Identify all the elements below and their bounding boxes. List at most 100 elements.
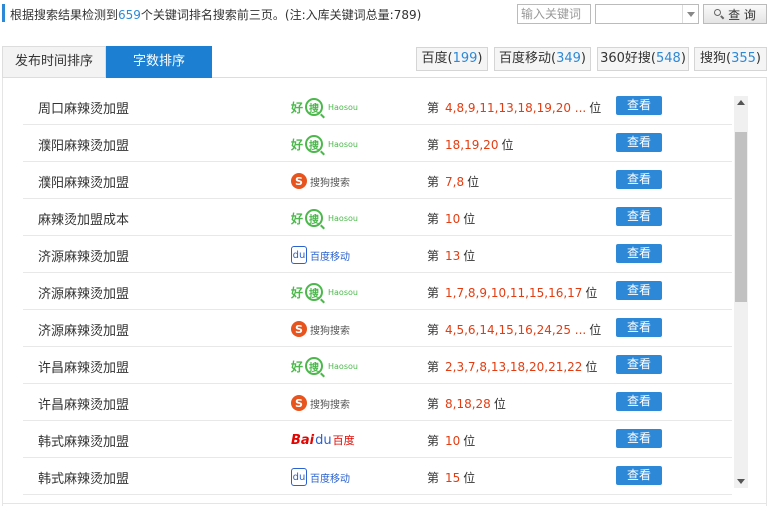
haosou-logo-icon: 好 搜 Haosou — [291, 355, 358, 377]
rank-prefix: 第 — [427, 175, 440, 189]
keyword-text: 济源麻辣烫加盟 — [38, 324, 130, 339]
keyword-text: 济源麻辣烫加盟 — [38, 287, 130, 302]
search-icon — [714, 9, 724, 19]
logo-text: S — [291, 173, 307, 189]
logo-text: 好 — [291, 137, 304, 152]
scrollbar[interactable] — [734, 96, 748, 488]
query-button-label: 查 询 — [728, 7, 756, 22]
haosou-logo-icon: 好 搜 Haosou — [291, 133, 358, 155]
logo-text: S — [291, 395, 307, 411]
rank-prefix: 第 — [427, 286, 440, 300]
view-button[interactable]: 查看 — [616, 244, 662, 263]
tabs-row: 发布时间排序 字数排序 百度(199) 百度移动(349) 360好搜(548)… — [2, 46, 767, 78]
logo-text: Haosou — [328, 361, 358, 371]
logo-text: Haosou — [328, 102, 358, 112]
haosou-logo-icon: 好 搜 Haosou — [291, 96, 358, 118]
query-button[interactable]: 查 询 — [703, 4, 767, 24]
tab-engine-baidu[interactable]: 百度(199) — [416, 47, 488, 71]
chevron-down-icon[interactable] — [682, 5, 698, 23]
keyword-text: 麻辣烫加盟成本 — [38, 213, 130, 228]
logo-text: 好 — [291, 359, 304, 374]
keyword-text: 韩式麻辣烫加盟 — [38, 435, 130, 450]
tab-engine-haosou[interactable]: 360好搜(548) — [597, 47, 689, 71]
title-marker — [2, 4, 5, 22]
view-button[interactable]: 查看 — [616, 318, 662, 337]
keyword-text: 许昌麻辣烫加盟 — [38, 361, 130, 376]
scroll-up-arrow-icon[interactable] — [734, 96, 748, 110]
result-row: 麻辣烫加盟成本 好 搜 Haosou 第 10 位 查看 — [23, 199, 732, 236]
result-row: 济源麻辣烫加盟 du 百度移动 第 13 位 查看 — [23, 236, 732, 273]
tab-sort-by-time[interactable]: 发布时间排序 — [2, 46, 106, 78]
tab-sort-by-length[interactable]: 字数排序 — [106, 46, 212, 78]
scroll-thumb[interactable] — [735, 132, 747, 302]
logo-text: Haosou — [328, 287, 358, 297]
engine-tab-count: 349 — [556, 51, 581, 66]
logo-text: 搜 — [305, 357, 324, 375]
rank-text: 第 4,8,9,11,13,18,19,20 ... 位 — [427, 99, 601, 116]
rank-text: 第 4,5,6,14,15,16,24,25 ... 位 — [427, 321, 601, 338]
logo-text: 好 — [291, 211, 304, 226]
result-row: 韩式麻辣烫加盟 Bai du 百度 第 10 位 查看 — [23, 421, 732, 458]
view-button[interactable]: 查看 — [616, 207, 662, 226]
view-button[interactable]: 查看 — [616, 466, 662, 485]
result-row: 濮阳麻辣烫加盟 好 搜 Haosou 第 18,19,20 位 查看 — [23, 125, 732, 162]
logo-text: 百度移动 — [310, 251, 350, 263]
scroll-down-arrow-icon[interactable] — [734, 474, 748, 488]
engine-tab-label: 百度移动 — [499, 51, 552, 66]
view-button[interactable]: 查看 — [616, 96, 662, 115]
rank-suffix: 位 — [463, 249, 476, 263]
result-row: 济源麻辣烫加盟 好 搜 Haosou 第 1,7,8,9,10,11,15,16,… — [23, 273, 732, 310]
baidu-logo-icon: Bai du 百度 — [291, 429, 355, 451]
view-button[interactable]: 查看 — [616, 281, 662, 300]
logo-text: 好 — [291, 100, 304, 115]
rank-positions: 2,3,7,8,13,18,20,21,22 — [445, 360, 583, 374]
rank-prefix: 第 — [427, 471, 440, 485]
view-button[interactable]: 查看 — [616, 392, 662, 411]
logo-text: 搜 — [305, 135, 324, 153]
rank-positions: 10 — [445, 212, 461, 226]
rank-suffix: 位 — [467, 175, 480, 189]
rank-text: 第 10 位 — [427, 432, 475, 449]
logo-text: Bai — [291, 432, 315, 448]
logo-text: 百度移动 — [310, 473, 350, 485]
tab-engine-sogou[interactable]: 搜狗(355) — [694, 47, 767, 71]
rank-prefix: 第 — [427, 138, 440, 152]
rank-prefix: 第 — [427, 360, 440, 374]
keyword-search-input[interactable] — [517, 4, 591, 24]
logo-text: 搜狗搜索 — [310, 325, 350, 337]
engine-select[interactable] — [595, 4, 699, 24]
logo-text: 搜狗搜索 — [310, 177, 350, 189]
rank-prefix: 第 — [427, 101, 440, 115]
view-button[interactable]: 查看 — [616, 429, 662, 448]
rank-prefix: 第 — [427, 434, 440, 448]
engine-tab-label: 搜狗 — [700, 51, 727, 66]
logo-text: S — [291, 321, 307, 337]
rank-text: 第 7,8 位 — [427, 173, 479, 190]
logo-text: du — [315, 432, 332, 448]
panel-bottom-border — [2, 503, 767, 504]
rank-suffix: 位 — [463, 434, 476, 448]
logo-text: Haosou — [328, 139, 358, 149]
summary-text: 根据搜索结果检测到659个关键词排名搜索前三页。(注:入库关键词总量:789) — [10, 6, 421, 23]
summary-bar: 根据搜索结果检测到659个关键词排名搜索前三页。(注:入库关键词总量:789) … — [0, 0, 769, 28]
logo-text: 搜狗搜索 — [310, 399, 350, 411]
rank-text: 第 13 位 — [427, 247, 475, 264]
view-button[interactable]: 查看 — [616, 170, 662, 189]
view-button[interactable]: 查看 — [616, 133, 662, 152]
results-panel: 周口麻辣烫加盟 好 搜 Haosou 第 4,8,9,11,13,18,19,20… — [2, 78, 767, 506]
logo-text: 好 — [291, 285, 304, 300]
rank-suffix: 位 — [463, 212, 476, 226]
view-button[interactable]: 查看 — [616, 355, 662, 374]
keyword-text: 韩式麻辣烫加盟 — [38, 472, 130, 487]
rank-text: 第 10 位 — [427, 210, 475, 227]
rank-suffix: 位 — [585, 360, 598, 374]
rank-prefix: 第 — [427, 249, 440, 263]
logo-text: 搜 — [305, 209, 324, 227]
tab-engine-baidu-mobile[interactable]: 百度移动(349) — [494, 47, 591, 71]
logo-text: 百度 — [332, 434, 355, 447]
rank-positions: 4,8,9,11,13,18,19,20 ... — [445, 101, 587, 115]
keyword-text: 周口麻辣烫加盟 — [38, 102, 130, 117]
rank-suffix: 位 — [463, 471, 476, 485]
logo-text: 搜 — [305, 283, 324, 301]
result-row: 许昌麻辣烫加盟 S 搜狗搜索 第 8,18,28 位 查看 — [23, 384, 732, 421]
